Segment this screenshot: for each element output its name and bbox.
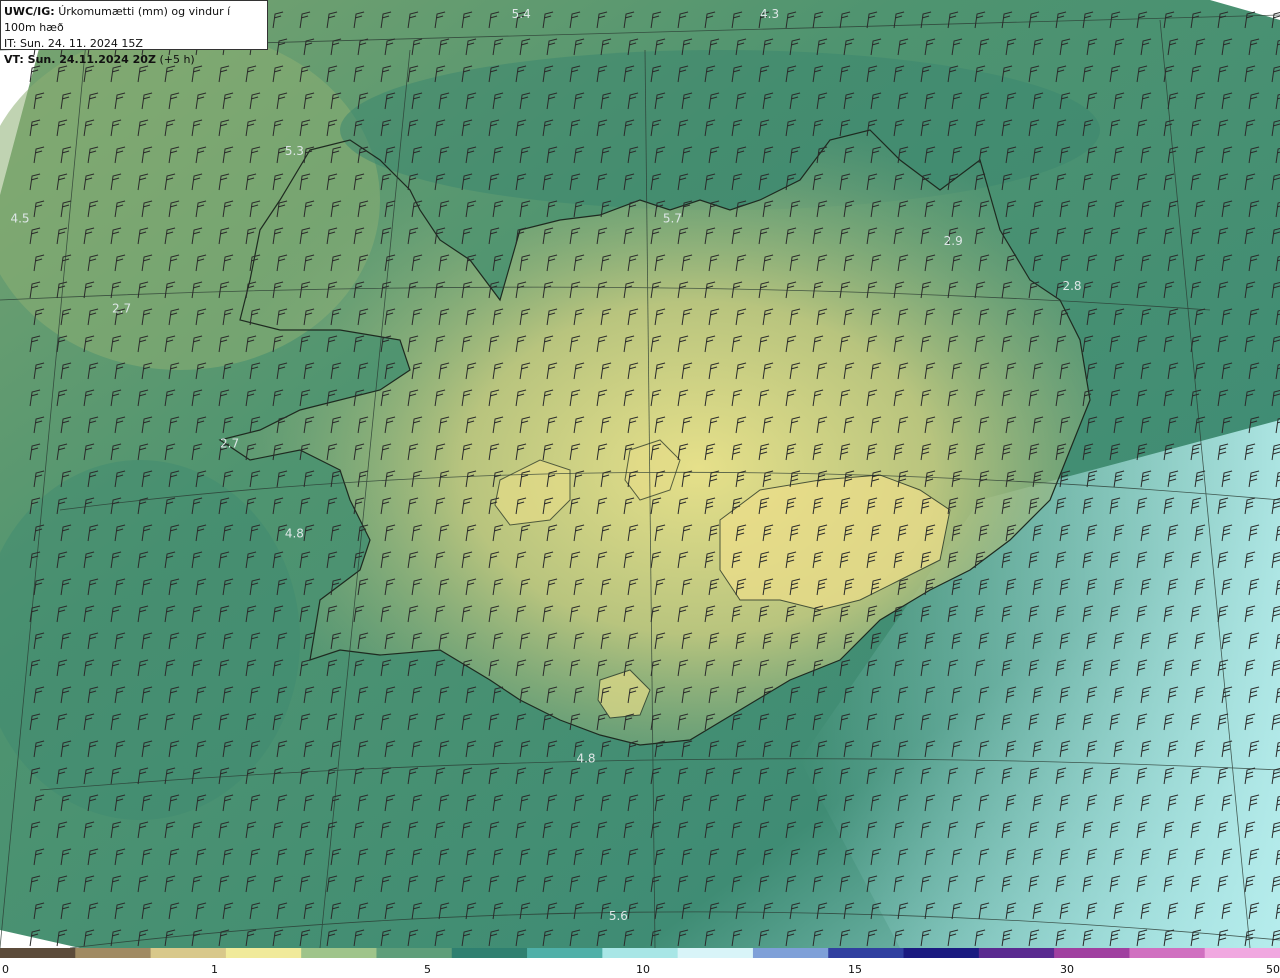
colorbar-tick-label: 0	[2, 963, 9, 976]
colorbar-tick-label: 1	[211, 963, 218, 976]
colorbar-segment	[0, 948, 77, 958]
value-label: 4.8	[285, 527, 304, 541]
valid-offset: (+5 h)	[159, 53, 195, 66]
value-label: 5.6	[609, 909, 628, 923]
colorbar-segment	[602, 948, 679, 958]
colorbar-segment	[451, 948, 529, 958]
colorbar-tick-label: 15	[848, 963, 862, 976]
colorbar-segment	[376, 948, 453, 958]
value-label: 5.7	[663, 212, 682, 226]
colorbar-tick-label: 50	[1266, 963, 1280, 976]
value-label: 4.5	[10, 212, 29, 226]
colorbar-ticks: 0 1 5 10 15 30 50	[0, 960, 1280, 978]
colorbar-segment	[903, 948, 980, 958]
value-label: 5.4	[512, 7, 531, 21]
value-label: 4.3	[760, 7, 779, 21]
value-label: 2.9	[944, 234, 963, 248]
colorbar-segment	[527, 948, 604, 958]
colorbar-segment	[1204, 948, 1280, 958]
info-box: UWC/IG: Úrkomumætti (mm) og vindur í 100…	[0, 0, 268, 66]
colorbar-tick-label: 10	[636, 963, 650, 976]
value-label: 4.8	[576, 752, 595, 766]
colorbar	[0, 948, 1280, 958]
map-canvas[interactable]: 5.4 4.3 5.3 4.5 5.7 2.9 2.8 2.7 2.7 4.8 4.8 5.6	[0, 0, 1280, 948]
colorbar-segment	[1054, 948, 1131, 958]
model-name: UWC/IG:	[4, 5, 55, 18]
value-label: 2.7	[220, 437, 239, 451]
colorbar-segment	[677, 948, 754, 958]
colorbar-segment	[978, 948, 1056, 958]
colorbar-segment	[752, 948, 830, 958]
title-line: UWC/IG: Úrkomumætti (mm) og vindur í 100…	[4, 4, 264, 36]
colorbar-tick-label: 5	[424, 963, 431, 976]
forecast-map[interactable]: 5.4 4.3 5.3 4.5 5.7 2.9 2.8 2.7 2.7 4.8 4.8 5.6 UWC…	[0, 0, 1280, 948]
value-label: 2.7	[112, 302, 131, 316]
colorbar-segment	[828, 948, 905, 958]
colorbar-segment	[75, 948, 152, 958]
valid-time: VT: Sun. 24.11.2024 20Z	[4, 53, 156, 66]
valid-time-line: VT: Sun. 24.11.2024 20Z (+5 h)	[4, 52, 264, 68]
colorbar-segment	[1129, 948, 1206, 958]
init-time: IT: Sun. 24. 11. 2024 15Z	[4, 37, 143, 50]
colorbar-segment	[150, 948, 227, 958]
colorbar-segment	[301, 948, 378, 958]
colorbar-segment	[225, 948, 303, 958]
colorbar-tick-label: 30	[1060, 963, 1074, 976]
value-label: 5.3	[285, 144, 304, 158]
value-label: 2.8	[1062, 279, 1081, 293]
